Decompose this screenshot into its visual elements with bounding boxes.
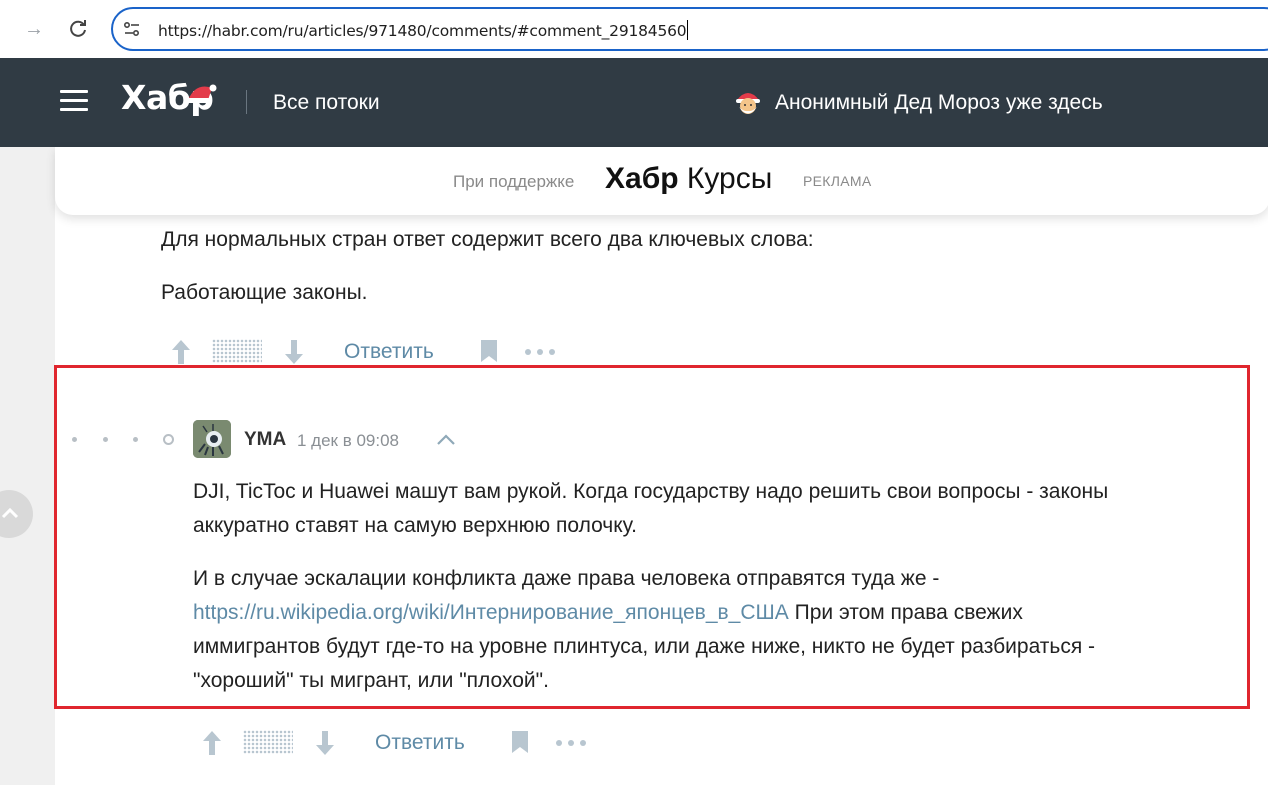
upvote-arrow-icon[interactable] xyxy=(202,730,222,756)
thread-depth-dot xyxy=(103,437,108,442)
reply-button[interactable]: Ответить xyxy=(344,340,434,364)
browser-toolbar: → https://habr.com/ru/articles/971480/co… xyxy=(0,0,1268,58)
avatar[interactable] xyxy=(193,420,231,458)
rating-placeholder xyxy=(212,339,262,363)
header-divider xyxy=(246,90,247,114)
reply-button[interactable]: Ответить xyxy=(375,731,465,755)
bookmark-icon[interactable] xyxy=(511,730,529,754)
thread-depth-dot xyxy=(133,437,138,442)
thread-depth-dot xyxy=(72,437,77,442)
site-settings-icon[interactable] xyxy=(123,20,141,38)
upvote-arrow-icon[interactable] xyxy=(171,339,191,365)
comment-text-line: https://ru.wikipedia.org/wiki/Интерниров… xyxy=(193,601,1023,624)
forward-arrow-icon[interactable]: → xyxy=(22,17,46,41)
prev-comment-line-1: Для нормальных стран ответ содержит всег… xyxy=(161,228,814,251)
comment-text-line: иммигрантов будут где-то на уровне плинт… xyxy=(193,635,1096,658)
sponsor-label: При поддержке xyxy=(453,172,575,191)
more-options-icon[interactable] xyxy=(524,347,556,357)
comment-timestamp[interactable]: 1 дек в 09:08 xyxy=(297,431,399,451)
comment-author[interactable]: YMA xyxy=(244,429,286,451)
prev-comment-line-2: Работающие законы. xyxy=(161,281,368,304)
santa-promo-text[interactable]: Анонимный Дед Мороз уже здесь xyxy=(775,91,1103,115)
santa-face-icon xyxy=(736,93,760,114)
chevron-up-icon xyxy=(1,507,19,519)
rating-placeholder xyxy=(243,730,293,754)
downvote-arrow-icon[interactable] xyxy=(284,339,304,365)
comment-text-line: аккуратно ставят на самую верхнюю полочк… xyxy=(193,514,637,537)
comment-text-line: И в случае эскалации конфликта даже прав… xyxy=(193,567,940,590)
downvote-arrow-icon[interactable] xyxy=(315,730,335,756)
comment-text-line: DJI, TicToc и Huawei машут вам рукой. Ко… xyxy=(193,480,1109,503)
more-options-icon[interactable] xyxy=(555,738,587,748)
bookmark-icon[interactable] xyxy=(480,339,498,363)
sponsor-brand[interactable]: Хабр Курсы xyxy=(605,162,772,196)
comment-text-line: "хороший" ты мигрант, или "плохой". xyxy=(193,669,549,692)
chevron-up-icon[interactable] xyxy=(436,432,456,446)
hamburger-menu-icon[interactable] xyxy=(60,90,88,112)
nav-all-flows[interactable]: Все потоки xyxy=(273,91,380,115)
scroll-to-top-button[interactable] xyxy=(0,490,33,538)
ad-label: РЕКЛАМА xyxy=(803,173,872,189)
santa-hat-icon xyxy=(186,84,217,103)
url-text: https://habr.com/ru/articles/971480/comm… xyxy=(158,22,687,40)
address-bar[interactable]: https://habr.com/ru/articles/971480/comm… xyxy=(111,7,1268,51)
thread-current-ring[interactable] xyxy=(163,434,174,445)
reload-icon[interactable] xyxy=(66,17,90,41)
wikipedia-link[interactable]: https://ru.wikipedia.org/wiki/Интерниров… xyxy=(193,601,789,624)
